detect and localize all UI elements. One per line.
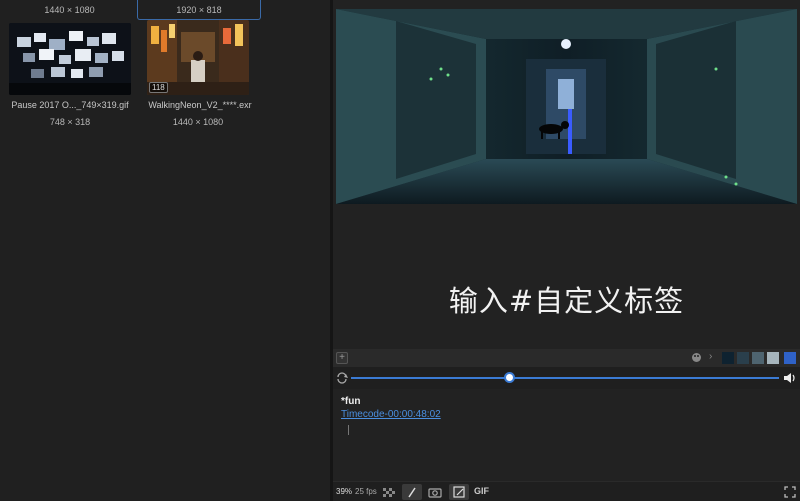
edit-icon [453, 486, 465, 498]
volume-icon[interactable] [783, 371, 797, 385]
preview-panel: 输入#自定义标签 + › *fun Timecode-00:00:48:02 3… [333, 0, 800, 501]
eyedropper-button[interactable] [402, 484, 422, 500]
tv-wall-image [9, 23, 131, 95]
thumb-filename: Pause 2017 O..._749×319.gif [11, 100, 129, 110]
color-swatch[interactable] [767, 352, 779, 364]
transparency-grid-icon[interactable] [381, 484, 397, 500]
palette-icon[interactable] [691, 352, 702, 363]
neon-street-thumbnail[interactable]: 118 [147, 20, 249, 95]
fullscreen-icon[interactable] [782, 484, 798, 500]
thumb-filename: WalkingNeon_V2_****.exr [148, 100, 252, 110]
timecode-link[interactable]: Timecode-00:00:48:02 [341, 409, 441, 420]
chevron-right-icon[interactable]: › [709, 351, 712, 362]
timeline-track[interactable] [351, 377, 779, 379]
annotate-button[interactable] [449, 484, 469, 500]
thumb-dimensions: 1440 × 1080 [172, 117, 224, 127]
asset-grid-panel: 1440 × 1080 1920 × 818 Pause 2017 O..._7… [0, 0, 330, 501]
color-toolbar: + › [333, 349, 800, 367]
notes-title: *fun [341, 396, 361, 407]
zoom-level[interactable]: 39% [336, 487, 352, 496]
thumb-dimensions: 1440 × 1080 [44, 5, 95, 15]
preview-image [336, 9, 797, 204]
add-button[interactable]: + [336, 352, 348, 364]
gif-export-button[interactable]: GIF [474, 486, 489, 496]
fps-label: 25 fps [355, 487, 377, 496]
tag-input-overlay[interactable]: 输入#自定义标签 [333, 278, 800, 320]
color-swatch[interactable] [784, 352, 796, 364]
color-swatch[interactable] [722, 352, 734, 364]
color-swatch[interactable] [737, 352, 749, 364]
thumb-dimensions: 1920 × 818 [176, 5, 222, 15]
eyedropper-icon [408, 487, 416, 498]
text-caret [348, 425, 349, 435]
loop-icon[interactable] [336, 371, 348, 385]
thumb-dimensions: 748 × 318 [49, 117, 91, 127]
color-swatch[interactable] [752, 352, 764, 364]
timeline-scrubber[interactable] [503, 372, 515, 383]
playback-timeline [333, 367, 800, 389]
status-bar: 39% 25 fps GIF [333, 481, 800, 501]
camera-icon[interactable] [427, 484, 443, 500]
tv-wall-thumbnail[interactable] [9, 23, 131, 95]
frame-count-badge: 118 [149, 82, 168, 93]
